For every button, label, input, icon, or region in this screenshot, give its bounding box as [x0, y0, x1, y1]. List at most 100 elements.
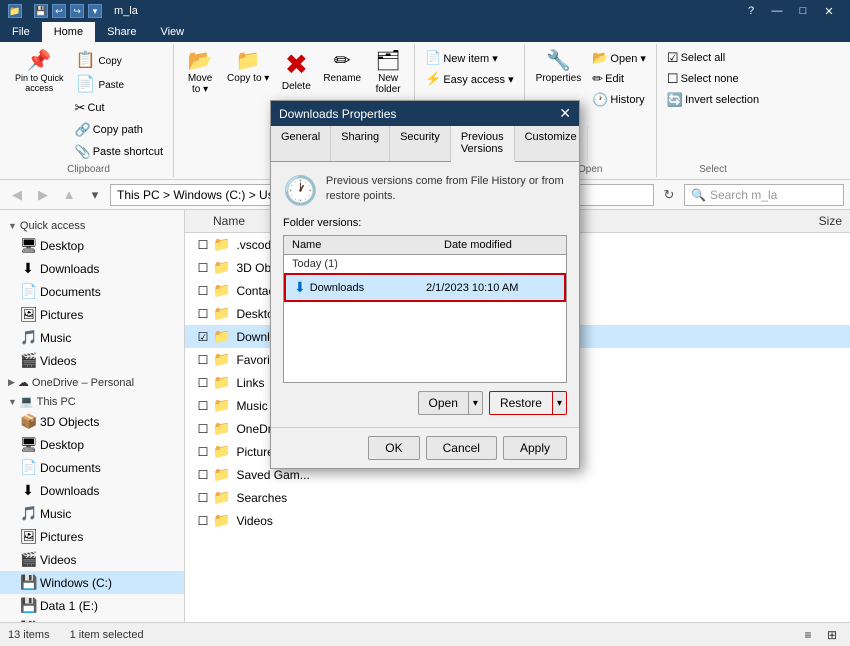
cut-button[interactable]: ✂ Cut [71, 98, 168, 118]
undo-icon[interactable]: ↩ [52, 4, 66, 18]
sidebar-item-data2-f[interactable]: 💾 Data 2 (F:) [0, 617, 184, 622]
row-checkbox[interactable]: ☐ [193, 376, 213, 390]
large-icons-view-button[interactable]: ⊞ [822, 625, 842, 645]
row-checkbox[interactable]: ☐ [193, 468, 213, 482]
tab-share[interactable]: Share [95, 22, 148, 42]
sidebar-item-documents-pc[interactable]: 📄 Documents [0, 456, 184, 479]
paste-button[interactable]: 📄 Paste [71, 74, 168, 96]
status-bar: 13 items 1 item selected ≡ ⊞ [0, 622, 850, 646]
new-folder-button[interactable]: 🗂 Newfolder [368, 48, 408, 98]
table-row[interactable]: ☐ 📁 Videos [185, 509, 850, 532]
dialog-tab-sharing[interactable]: Sharing [331, 126, 390, 161]
open-button[interactable]: 📂 Open ▾ [588, 48, 650, 68]
view-controls: ≡ ⊞ [798, 625, 842, 645]
properties-button[interactable]: 🔧 Properties [531, 48, 587, 87]
thispc-section[interactable]: ▼ 💻 This PC [0, 391, 184, 410]
pin-to-quick-access-button[interactable]: 📌 Pin to Quickaccess [10, 48, 69, 96]
dialog-info-text: Previous versions come from File History… [326, 174, 567, 205]
sidebar-item-music-qa[interactable]: 🎵 Music [0, 326, 184, 349]
sidebar-item-downloads-pc[interactable]: ⬇ Downloads [0, 479, 184, 502]
properties-label: Properties [536, 73, 582, 84]
new-folder-icon: 🗂 [375, 51, 400, 71]
onedrive-section[interactable]: ▶ ☁ OneDrive – Personal [0, 372, 184, 391]
paste-shortcut-icon: 📎 [75, 144, 91, 160]
restore-main-button[interactable]: Restore [490, 392, 552, 414]
history-button[interactable]: 🕐 History [588, 90, 650, 110]
paste-icon: 📄 [76, 77, 96, 93]
row-checkbox[interactable]: ☐ [193, 399, 213, 413]
cancel-button[interactable]: Cancel [426, 436, 497, 460]
refresh-button[interactable]: ↻ [658, 184, 680, 206]
close-button[interactable]: ✕ [816, 0, 842, 22]
apply-button[interactable]: Apply [503, 436, 567, 460]
sidebar-item-data1-e[interactable]: 💾 Data 1 (E:) [0, 594, 184, 617]
tab-view[interactable]: View [148, 22, 196, 42]
row-checkbox[interactable]: ☐ [193, 353, 213, 367]
dialog-tab-previous-versions[interactable]: Previous Versions [451, 126, 515, 162]
open-main-button[interactable]: Open [418, 391, 468, 415]
dialog-tab-security[interactable]: Security [390, 126, 451, 161]
table-row[interactable]: ☐ 📁 Searches [185, 486, 850, 509]
redo-icon[interactable]: ↪ [70, 4, 84, 18]
quick-access-section[interactable]: ▼ Quick access [0, 216, 184, 234]
details-view-button[interactable]: ≡ [798, 625, 818, 645]
row-checkbox[interactable]: ☐ [193, 307, 213, 321]
tab-file[interactable]: File [0, 22, 42, 42]
sidebar-item-3dobjects[interactable]: 📦 3D Objects [0, 410, 184, 433]
sidebar-item-pictures-pc[interactable]: 🖼 Pictures [0, 525, 184, 548]
edit-button[interactable]: ✏ Edit [588, 69, 650, 89]
open-arrow-button[interactable]: ▾ [468, 391, 483, 415]
forward-button[interactable]: ▶ [32, 184, 54, 206]
select-none-button[interactable]: ☐ Select none [663, 69, 763, 89]
sidebar-item-desktop-qa[interactable]: 🖥 Desktop [0, 234, 184, 257]
copy-path-button[interactable]: 🔗 Copy path [71, 120, 168, 140]
sidebar-item-downloads-qa[interactable]: ⬇ Downloads [0, 257, 184, 280]
up-button[interactable]: ▲ [58, 184, 80, 206]
search-box[interactable]: 🔍 Search m_la [684, 184, 844, 206]
maximize-button[interactable]: □ [790, 0, 816, 22]
version-name: ⬇ Downloads [294, 279, 426, 296]
save-icon[interactable]: 💾 [34, 4, 48, 18]
sidebar-item-desktop-pc[interactable]: 🖥 Desktop [0, 433, 184, 456]
desktop2-label: Desktop [40, 438, 84, 452]
minimize-button[interactable]: — [764, 0, 790, 22]
paste-shortcut-button[interactable]: 📎 Paste shortcut [71, 142, 168, 162]
version-row[interactable]: ⬇ Downloads 2/1/2023 10:10 AM [284, 273, 566, 302]
open-col: 📂 Open ▾ ✏ Edit 🕐 History [588, 48, 650, 110]
help-button[interactable]: ? [738, 0, 764, 22]
easy-access-button[interactable]: ⚡ Easy access ▾ [421, 69, 518, 89]
row-checkbox[interactable]: ☐ [193, 491, 213, 505]
rename-button[interactable]: ✏ Rename [318, 48, 366, 87]
row-checkbox[interactable]: ☐ [193, 284, 213, 298]
sidebar-item-windows-c[interactable]: 💾 Windows (C:) [0, 571, 184, 594]
row-checkbox[interactable]: ☑ [193, 330, 213, 344]
dialog-close-button[interactable]: ✕ [559, 105, 571, 122]
sidebar-item-music-pc[interactable]: 🎵 Music [0, 502, 184, 525]
restore-arrow-button[interactable]: ▾ [552, 392, 566, 414]
tab-home[interactable]: Home [42, 22, 95, 42]
new-item-button[interactable]: 📄 New item ▾ [421, 48, 518, 68]
history-icon: 🕐 [592, 92, 608, 108]
row-checkbox[interactable]: ☐ [193, 422, 213, 436]
invert-icon: 🔄 [667, 92, 683, 108]
select-all-button[interactable]: ☑ Select all [663, 48, 763, 68]
sidebar-item-documents-qa[interactable]: 📄 Documents [0, 280, 184, 303]
select-all-label: Select all [681, 52, 726, 64]
row-checkbox[interactable]: ☐ [193, 445, 213, 459]
dialog-tab-customize[interactable]: Customize [515, 126, 588, 161]
invert-selection-button[interactable]: 🔄 Invert selection [663, 90, 763, 110]
row-checkbox[interactable]: ☐ [193, 238, 213, 252]
copy-to-button[interactable]: 📁 Copy to ▾ [222, 48, 274, 87]
sidebar-item-videos-qa[interactable]: 🎬 Videos [0, 349, 184, 372]
back-button[interactable]: ◀ [6, 184, 28, 206]
ok-button[interactable]: OK [368, 436, 419, 460]
row-checkbox[interactable]: ☐ [193, 261, 213, 275]
row-checkbox[interactable]: ☐ [193, 514, 213, 528]
sidebar-item-pictures-qa[interactable]: 🖼 Pictures [0, 303, 184, 326]
recent-button[interactable]: ▾ [84, 184, 106, 206]
move-to-button[interactable]: 📂 Moveto ▾ [180, 48, 220, 98]
copy-button[interactable]: 📋 Copy [71, 50, 168, 72]
dialog-tab-general[interactable]: General [271, 126, 331, 161]
delete-button[interactable]: ✖ Delete [276, 48, 316, 95]
down-icon[interactable]: ▾ [88, 4, 102, 18]
